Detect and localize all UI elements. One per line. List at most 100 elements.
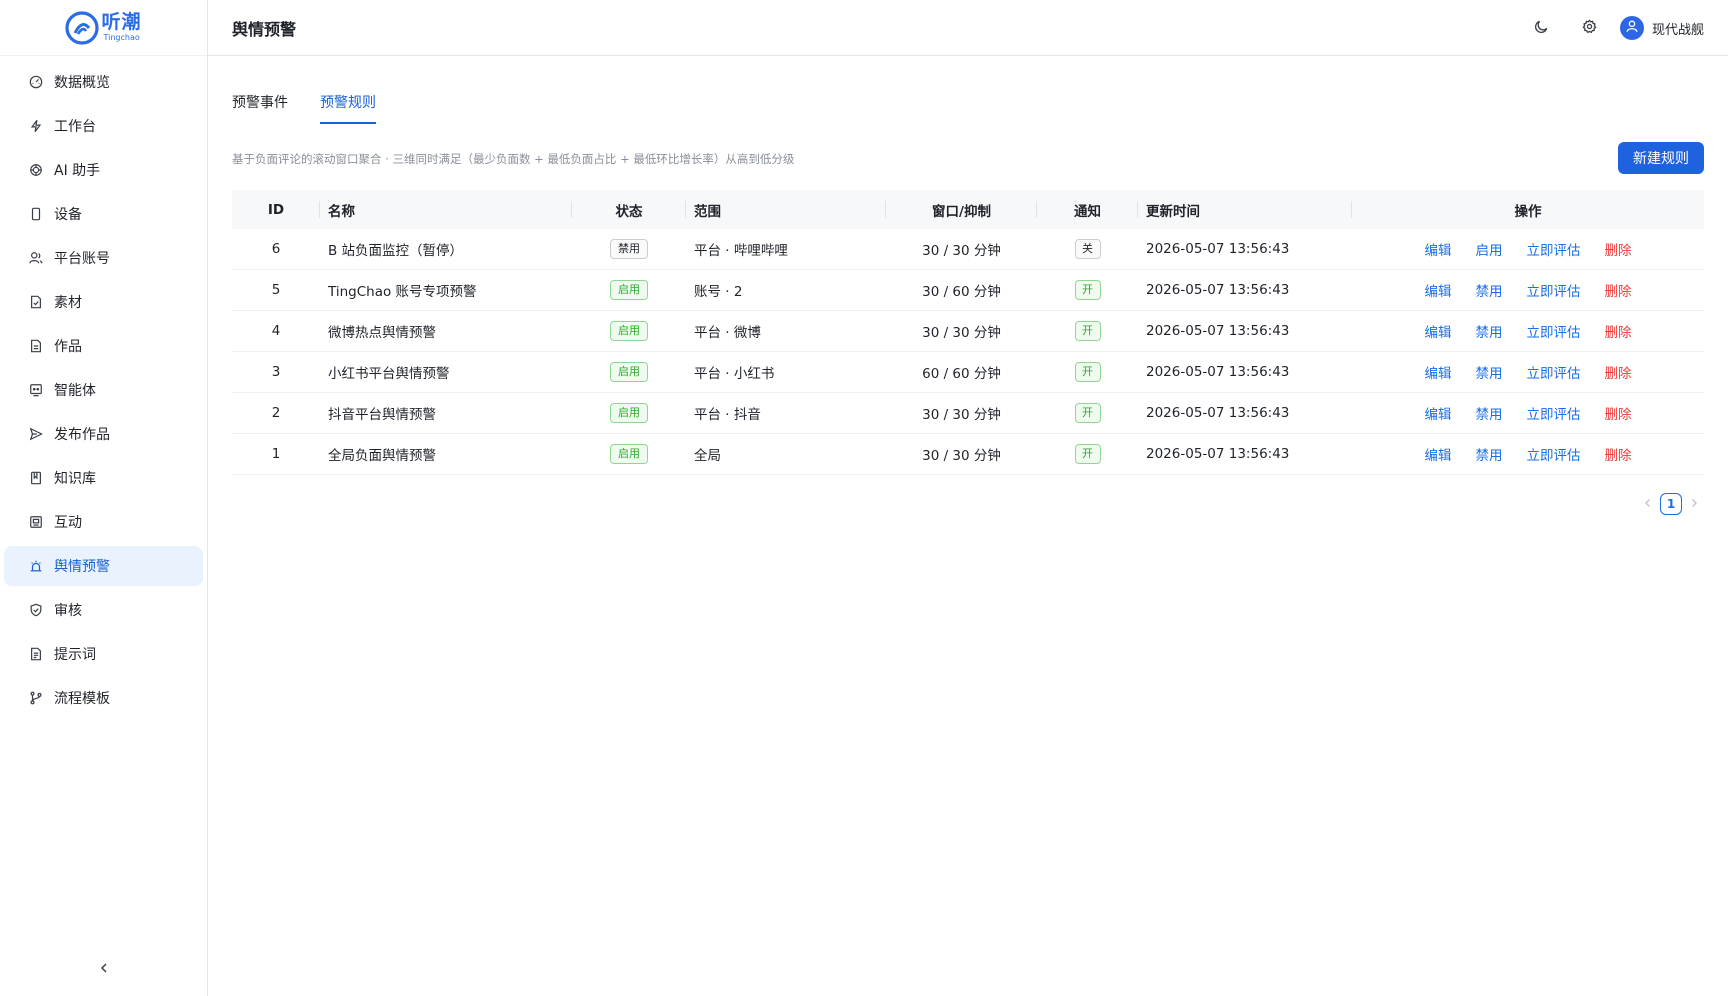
sidebar-item-agent[interactable]: 智能体 — [4, 370, 203, 410]
chevron-left-icon — [1643, 496, 1653, 512]
sidebar-item-label: 智能体 — [54, 383, 96, 399]
edit-link[interactable]: 编辑 — [1425, 403, 1452, 423]
page-title: 舆情预警 — [232, 19, 297, 39]
rule-window: 30 / 30 分钟 — [922, 407, 1001, 423]
prev-page-button[interactable] — [1638, 492, 1658, 516]
interact-icon — [28, 514, 44, 530]
theme-toggle-button[interactable] — [1526, 12, 1558, 44]
logo[interactable]: 听潮 Tingchao — [0, 0, 207, 56]
rule-updated-time: 2026-05-07 13:56:43 — [1146, 282, 1290, 298]
rule-id: 1 — [271, 446, 281, 462]
shield-icon — [28, 602, 44, 618]
rule-id: 3 — [271, 364, 281, 380]
evaluate-now-link[interactable]: 立即评估 — [1527, 362, 1581, 382]
sidebar-item-label: AI 助手 — [54, 163, 101, 179]
status-badge: 启用 — [610, 321, 648, 341]
chevron-left-icon — [98, 962, 110, 978]
delete-link[interactable]: 删除 — [1605, 444, 1632, 464]
sidebar-item-interact[interactable]: 互动 — [4, 502, 203, 542]
sidebar-item-device[interactable]: 设备 — [4, 194, 203, 234]
rule-range: 账号 · 2 — [694, 284, 743, 300]
edit-link[interactable]: 编辑 — [1425, 239, 1452, 259]
notify-badge: 开 — [1074, 444, 1101, 464]
delete-link[interactable]: 删除 — [1605, 321, 1632, 341]
sidebar-item-label: 知识库 — [54, 471, 96, 487]
table-row: 3 小红书平台舆情预警 启用 平台 · 小红书 60 / 60 分钟 开 2026-05-0… — [232, 352, 1704, 393]
chevron-right-icon — [1689, 496, 1699, 512]
toggle-status-link[interactable]: 禁用 — [1476, 403, 1503, 423]
status-badge: 启用 — [610, 444, 648, 464]
evaluate-now-link[interactable]: 立即评估 — [1527, 239, 1581, 259]
works-icon — [28, 338, 44, 354]
next-page-button[interactable] — [1684, 492, 1704, 516]
sidebar-item-label: 平台账号 — [54, 251, 110, 267]
rule-range: 平台 · 抖音 — [694, 407, 761, 423]
notify-badge: 开 — [1074, 403, 1101, 423]
sidebar-item-publish[interactable]: 发布作品 — [4, 414, 203, 454]
sidebar-item-prompts[interactable]: 提示词 — [4, 634, 203, 674]
delete-link[interactable]: 删除 — [1605, 280, 1632, 300]
sidebar-item-knowledge[interactable]: 知识库 — [4, 458, 203, 498]
prompt-icon — [28, 646, 44, 662]
delete-link[interactable]: 删除 — [1605, 362, 1632, 382]
sidebar-item-label: 提示词 — [54, 647, 96, 663]
sidebar-item-material[interactable]: 素材 — [4, 282, 203, 322]
edit-link[interactable]: 编辑 — [1425, 280, 1452, 300]
evaluate-now-link[interactable]: 立即评估 — [1527, 403, 1581, 423]
toggle-status-link[interactable]: 禁用 — [1476, 362, 1503, 382]
sidebar: 听潮 Tingchao 数据概览 工作台 AI 助手 设备 平台账号 素材 作品… — [0, 0, 208, 996]
column-header-time: 更新时间 — [1138, 190, 1352, 229]
avatar[interactable] — [1619, 16, 1644, 40]
status-badge: 启用 — [610, 403, 648, 423]
evaluate-now-link[interactable]: 立即评估 — [1527, 280, 1581, 300]
sidebar-nav: 数据概览 工作台 AI 助手 设备 平台账号 素材 作品 智能体 发布作品 知识… — [0, 56, 207, 718]
rule-updated-time: 2026-05-07 13:56:43 — [1146, 446, 1290, 462]
user-name[interactable]: 现代战舰 — [1652, 19, 1704, 38]
tab-alert-events[interactable]: 预警事件 — [232, 92, 288, 124]
publish-icon — [28, 426, 44, 442]
edit-link[interactable]: 编辑 — [1425, 362, 1452, 382]
delete-link[interactable]: 删除 — [1605, 239, 1632, 259]
sidebar-item-platform-accounts[interactable]: 平台账号 — [4, 238, 203, 278]
rule-range: 平台 · 哔哩哔哩 — [694, 243, 788, 259]
sidebar-item-workbench[interactable]: 工作台 — [4, 106, 203, 146]
sidebar-item-flow-templates[interactable]: 流程模板 — [4, 678, 203, 718]
sidebar-item-label: 舆情预警 — [54, 559, 110, 575]
table-row: 5 TingChao 账号专项预警 启用 账号 · 2 30 / 60 分钟 开 2026-… — [232, 270, 1704, 311]
toggle-status-link[interactable]: 启用 — [1476, 239, 1503, 259]
sidebar-item-label: 数据概览 — [54, 75, 110, 91]
sidebar-item-ai-assistant[interactable]: AI 助手 — [4, 150, 203, 190]
toggle-status-link[interactable]: 禁用 — [1476, 280, 1503, 300]
rule-id: 2 — [271, 405, 281, 421]
rule-window: 30 / 30 分钟 — [922, 243, 1001, 259]
column-header-window: 窗口/抑制 — [886, 190, 1037, 229]
sidebar-item-review[interactable]: 审核 — [4, 590, 203, 630]
sidebar-item-works[interactable]: 作品 — [4, 326, 203, 366]
toggle-status-link[interactable]: 禁用 — [1476, 444, 1503, 464]
top-header: 舆情预警 现代战舰 — [208, 0, 1728, 56]
rule-name: TingChao 账号专项预警 — [328, 284, 477, 300]
new-rule-button[interactable]: 新建规则 — [1618, 142, 1704, 174]
logo-icon — [65, 10, 100, 45]
edit-link[interactable]: 编辑 — [1425, 444, 1452, 464]
page-number-button[interactable]: 1 — [1660, 493, 1682, 515]
collapse-sidebar-button[interactable] — [92, 958, 116, 982]
rule-id: 4 — [271, 323, 281, 339]
edit-link[interactable]: 编辑 — [1425, 321, 1452, 341]
evaluate-now-link[interactable]: 立即评估 — [1527, 444, 1581, 464]
sidebar-item-label: 工作台 — [54, 119, 96, 135]
sidebar-item-dashboard[interactable]: 数据概览 — [4, 62, 203, 102]
evaluate-now-link[interactable]: 立即评估 — [1527, 321, 1581, 341]
sidebar-item-label: 作品 — [54, 339, 82, 355]
sidebar-item-sentiment-alert[interactable]: 舆情预警 — [4, 546, 203, 586]
accounts-icon — [28, 250, 44, 266]
notify-badge: 开 — [1074, 321, 1101, 341]
delete-link[interactable]: 删除 — [1605, 403, 1632, 423]
main-content: 预警事件 预警规则 基于负面评论的滚动窗口聚合 · 三维同时满足（最少负面数 +… — [208, 56, 1728, 996]
rule-id: 5 — [271, 282, 281, 298]
rule-name: B 站负面监控（暂停） — [328, 243, 464, 259]
toggle-status-link[interactable]: 禁用 — [1476, 321, 1503, 341]
rule-name: 小红书平台舆情预警 — [328, 366, 450, 382]
settings-button[interactable] — [1574, 12, 1606, 44]
tab-alert-rules[interactable]: 预警规则 — [320, 92, 376, 124]
